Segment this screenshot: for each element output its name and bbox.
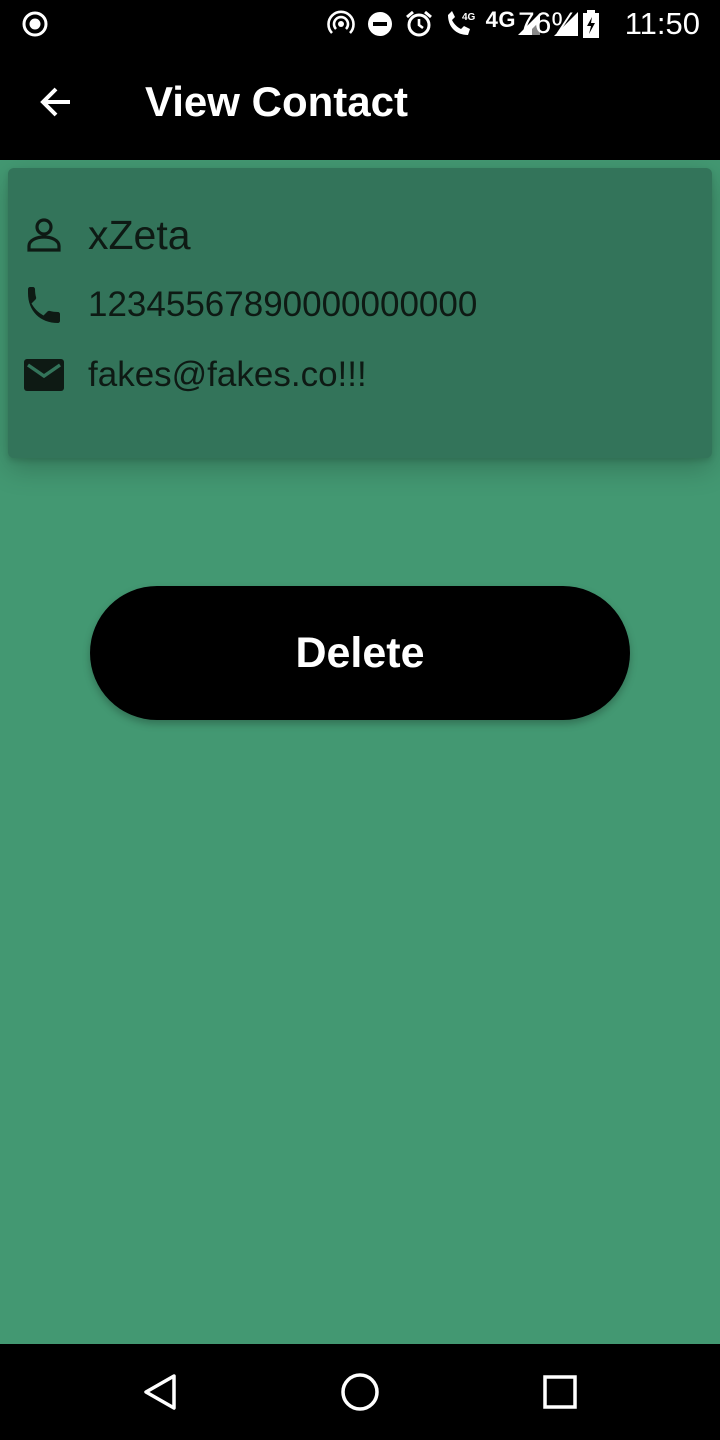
wifi-call-icon: 4G <box>447 11 476 35</box>
delete-button[interactable]: Delete <box>90 586 630 720</box>
contact-name: xZeta <box>88 211 191 258</box>
person-icon <box>22 213 66 257</box>
contact-email: fakes@fakes.co!!! <box>88 355 367 394</box>
system-nav-bar <box>0 1344 720 1440</box>
contact-phone: 12345567890000000000 <box>88 285 478 324</box>
contact-phone-row: 12345567890000000000 <box>0 275 720 335</box>
back-button[interactable] <box>26 72 86 132</box>
clock: 11:50 <box>624 6 700 41</box>
hotspot-icon <box>326 10 355 34</box>
svg-text:4G: 4G <box>462 12 476 23</box>
email-icon <box>22 353 66 397</box>
nav-home-button[interactable] <box>336 1368 384 1416</box>
nav-back-button[interactable] <box>136 1368 184 1416</box>
nav-recents-icon <box>543 1375 577 1409</box>
nav-recents-button[interactable] <box>536 1368 584 1416</box>
contact-name-row: xZeta <box>0 205 720 265</box>
contact-email-row: fakes@fakes.co!!! <box>0 345 720 405</box>
app-bar: View Contact <box>0 48 720 160</box>
alarm-icon <box>405 10 432 37</box>
arrow-back-icon <box>40 87 70 117</box>
battery-percent: 76% <box>518 7 579 40</box>
battery-charging-icon <box>583 10 599 38</box>
nav-home-icon <box>341 1373 379 1411</box>
page-title: View Contact <box>145 78 408 125</box>
do-not-disturb-icon <box>367 12 392 36</box>
phone-icon <box>22 283 66 327</box>
status-bar: 4G 4G 76% 11:50 <box>0 0 720 48</box>
nav-back-icon <box>144 1374 176 1410</box>
record-icon <box>22 11 48 37</box>
